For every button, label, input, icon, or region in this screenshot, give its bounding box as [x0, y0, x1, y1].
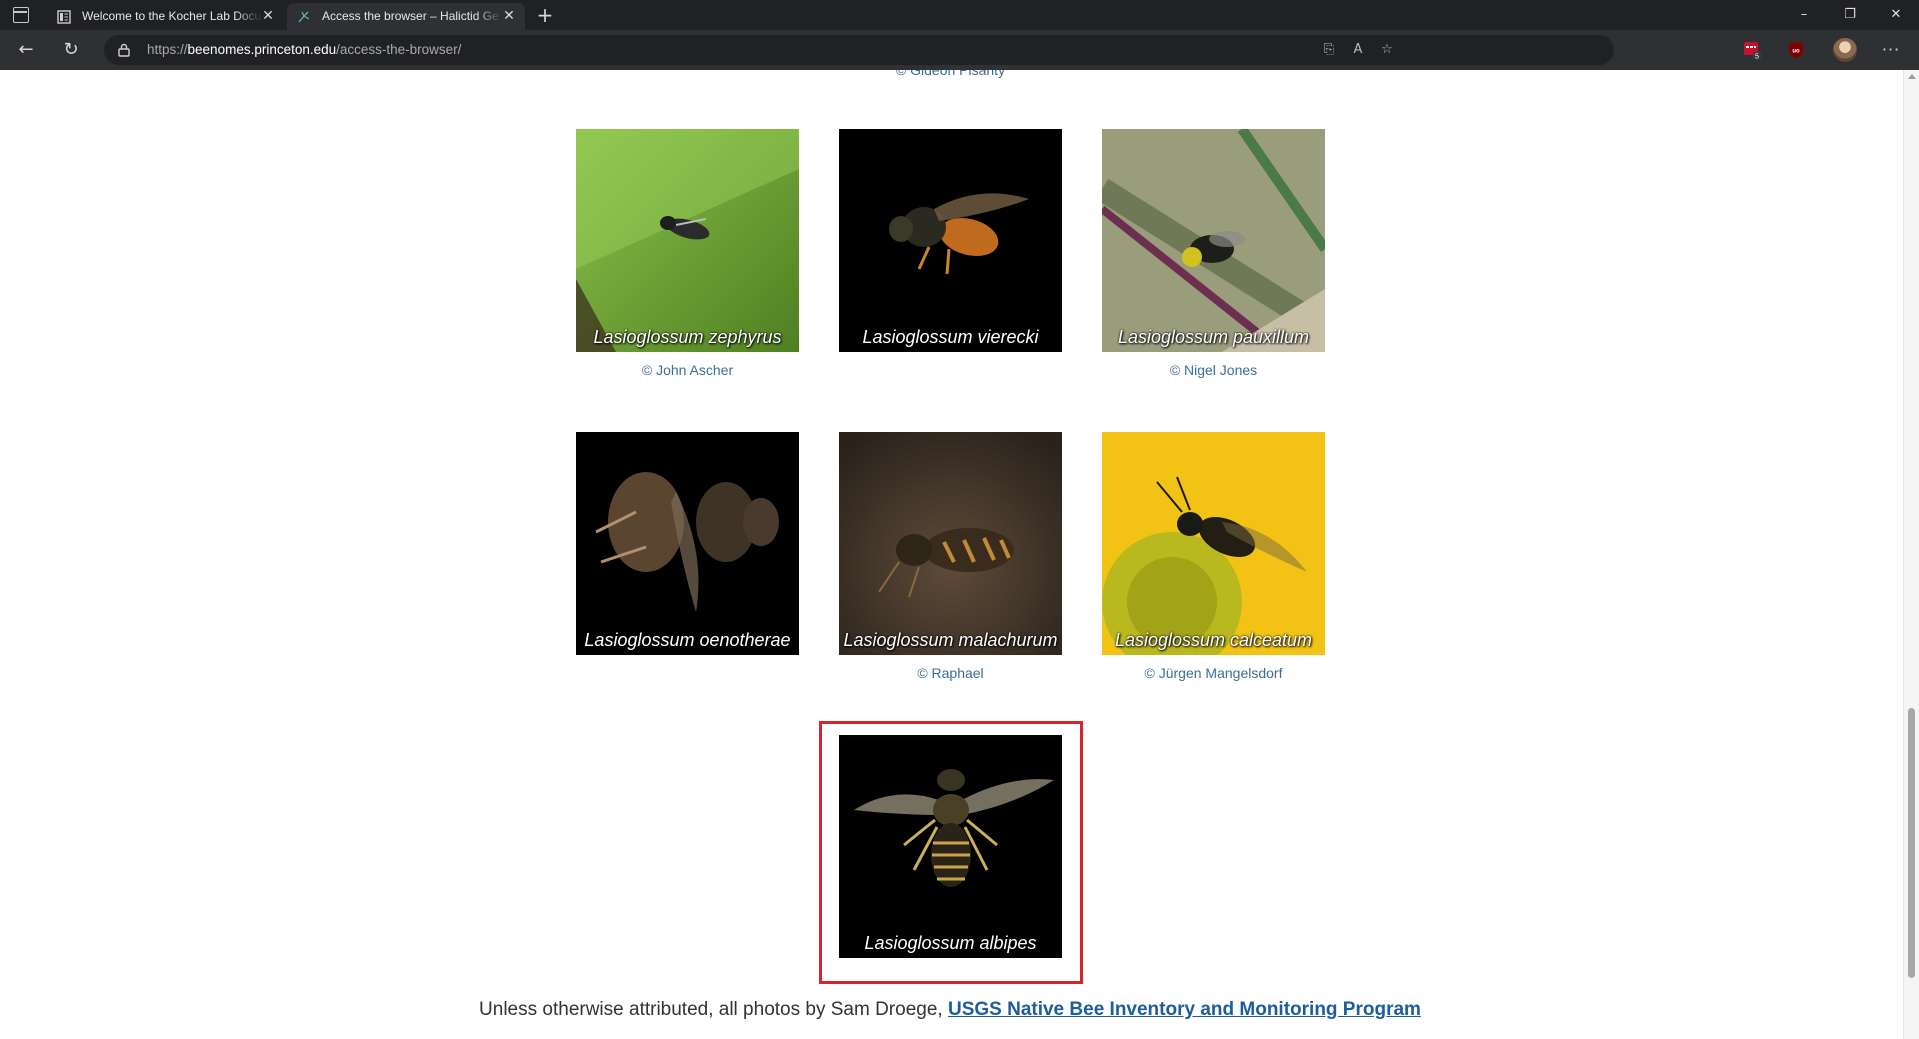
- restore-button[interactable]: ❐: [1827, 0, 1873, 30]
- extension-calendar-icon[interactable]: 5: [1742, 40, 1762, 60]
- photo-tile[interactable]: Lasioglossum zephyrus: [576, 129, 799, 352]
- ublock-origin-icon[interactable]: uo: [1786, 40, 1806, 60]
- bee-photo-albipes: [839, 735, 1062, 958]
- species-caption: Lasioglossum albipes: [864, 933, 1037, 953]
- photo-tile[interactable]: Lasioglossum oenotherae: [576, 432, 799, 655]
- tab-strip: Welcome to the Kocher Lab Docu ✕ Access …: [0, 0, 1919, 30]
- tab-kocher-lab[interactable]: Welcome to the Kocher Lab Docu ✕: [47, 3, 284, 30]
- photo-attribution-text: Unless otherwise attributed, all photos …: [470, 996, 1430, 1024]
- species-caption: Lasioglossum calceatum: [1114, 630, 1313, 650]
- bee-photo-zephyrus: [576, 129, 799, 352]
- read-aloud-icon[interactable]: A: [1349, 42, 1367, 58]
- photo-credit[interactable]: © Nigel Jones: [1102, 362, 1325, 378]
- photo-tile[interactable]: Lasioglossum pauxillum: [1102, 129, 1325, 352]
- photo-credit-partial[interactable]: © Gideon Pisanty: [839, 70, 1062, 78]
- back-arrow-icon[interactable]: ←: [13, 38, 39, 62]
- bee-photo-oenotherae: [576, 432, 799, 655]
- document-favicon-icon: [57, 10, 71, 24]
- species-caption: Lasioglossum vierecki: [862, 327, 1039, 347]
- profile-avatar[interactable]: [1833, 38, 1857, 62]
- photo-tile[interactable]: Lasioglossum vierecki: [839, 129, 1062, 352]
- more-options-icon[interactable]: ···: [1878, 38, 1904, 62]
- minimize-button[interactable]: –: [1781, 0, 1827, 30]
- tab-title: Welcome to the Kocher Lab Docu: [82, 9, 262, 23]
- page-viewport: © Gideon Pisanty Lasioglossum zephyrus ©…: [0, 70, 1903, 1039]
- bee-photo-vierecki: [839, 129, 1062, 352]
- svg-text:uo: uo: [1792, 49, 1800, 55]
- species-caption: Lasioglossum pauxillum: [1117, 327, 1310, 347]
- url-host: beenomes.princeton.edu: [187, 42, 337, 57]
- close-tab-icon[interactable]: ✕: [260, 8, 276, 24]
- bee-favicon-icon: [298, 11, 310, 23]
- tab-title: Access the browser – Halictid Ge: [322, 9, 499, 23]
- url-text[interactable]: https://beenomes.princeton.edu/access-th…: [147, 42, 461, 57]
- species-caption: Lasioglossum malachurum: [843, 630, 1058, 650]
- close-tab-icon[interactable]: ✕: [501, 8, 517, 24]
- address-bar[interactable]: https://beenomes.princeton.edu/access-th…: [104, 35, 1614, 65]
- bee-photo-calceatum: [1102, 432, 1325, 655]
- refresh-icon[interactable]: ↻: [58, 38, 84, 62]
- page-scrollbar[interactable]: [1903, 70, 1919, 1039]
- photo-tile[interactable]: Lasioglossum malachurum: [839, 432, 1062, 655]
- url-path: /access-the-browser/: [336, 42, 462, 57]
- photo-credit[interactable]: © Raphael: [839, 665, 1062, 681]
- bee-photo-malachurum: [839, 432, 1062, 655]
- photo-tile[interactable]: Lasioglossum calceatum: [1102, 432, 1325, 655]
- usgs-link[interactable]: USGS Native Bee Inventory and Monitoring…: [948, 999, 1421, 1020]
- photo-credit[interactable]: © Jürgen Mangelsdorf: [1102, 665, 1325, 681]
- tab-access-the-browser[interactable]: Access the browser – Halictid Ge ✕: [287, 3, 525, 30]
- scrollbar-thumb[interactable]: [1908, 708, 1915, 978]
- attribution-prefix: Unless otherwise attributed, all photos …: [479, 999, 943, 1020]
- bee-photo-pauxillum: [1102, 129, 1325, 352]
- browser-toolbar: ← ↻ https://beenomes.princeton.edu/acces…: [0, 30, 1919, 70]
- extension-badge: 5: [1755, 54, 1759, 61]
- photo-tile[interactable]: Lasioglossum albipes: [839, 735, 1062, 958]
- photo-credit[interactable]: © John Ascher: [576, 362, 799, 378]
- app-available-icon[interactable]: ⎘: [1320, 42, 1338, 58]
- close-window-button[interactable]: ✕: [1873, 0, 1919, 30]
- species-caption: Lasioglossum oenotherae: [584, 630, 791, 650]
- tab-actions-icon[interactable]: [13, 7, 29, 23]
- new-tab-button[interactable]: +: [534, 4, 556, 26]
- add-favorite-icon[interactable]: ☆: [1378, 42, 1396, 58]
- lock-icon[interactable]: [118, 43, 130, 57]
- scroll-up-arrow-icon[interactable]: [1908, 74, 1916, 79]
- url-scheme: https://: [147, 42, 188, 57]
- species-caption: Lasioglossum zephyrus: [593, 327, 782, 347]
